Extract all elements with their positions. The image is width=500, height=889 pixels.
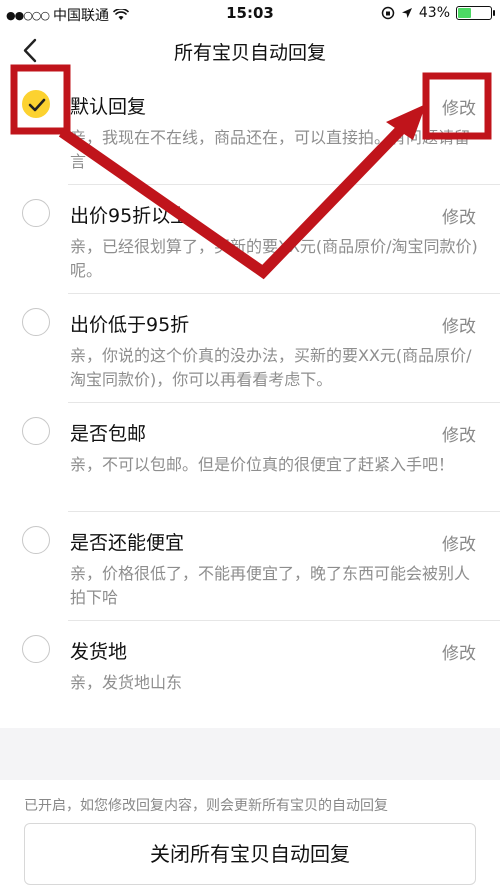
edit-link[interactable]: 修改 [442, 94, 476, 119]
edit-link[interactable]: 修改 [442, 203, 476, 228]
edit-link[interactable]: 修改 [442, 421, 476, 446]
orientation-lock-icon [381, 6, 395, 20]
edit-link[interactable]: 修改 [442, 312, 476, 337]
reply-radio[interactable] [22, 417, 50, 445]
battery-icon [456, 6, 495, 20]
checkmark-icon [28, 98, 46, 112]
reply-body: 亲，发货地山东 [70, 673, 183, 692]
reply-item: 是否还能便宜 修改 亲，价格很低了，不能再便宜了，晚了东西可能会被别人拍下哈 [0, 512, 500, 621]
reply-item: 出价95折以上 修改 亲，已经很划算了，买新的要XX元(商品原价/淘宝同款价)呢… [0, 185, 500, 294]
reply-radio[interactable] [22, 635, 50, 663]
reply-title: 是否包邮 [70, 423, 147, 445]
reply-body: 亲，你说的这个价真的没办法，买新的要XX元(商品原价/淘宝同款价)，你可以再看看… [70, 346, 472, 389]
reply-body: 亲，我现在不在线，商品还在，可以直接拍。有问题请留言 [70, 128, 471, 171]
reply-radio[interactable] [22, 526, 50, 554]
reply-radio[interactable] [22, 308, 50, 336]
reply-title: 是否还能便宜 [70, 532, 185, 554]
reply-title: 出价95折以上 [70, 205, 190, 227]
location-icon [401, 8, 412, 18]
page-title: 所有宝贝自动回复 [173, 42, 326, 64]
edit-link[interactable]: 修改 [442, 530, 476, 555]
status-right: 43% [381, 5, 495, 21]
reply-body: 亲，已经很划算了，买新的要XX元(商品原价/淘宝同款价)呢。 [70, 237, 478, 280]
reply-list: 默认回复 修改 亲，我现在不在线，商品还在，可以直接拍。有问题请留言 出价95折… [0, 76, 500, 730]
battery-percent: 43% [418, 5, 450, 21]
footer-note: 已开启，如您修改回复内容，则会更新所有宝贝的自动回复 [24, 798, 388, 814]
section-spacer [0, 728, 500, 780]
reply-item: 是否包邮 修改 亲，不可以包邮。但是价位真的很便宜了赶紧入手吧！ [0, 403, 500, 512]
reply-title: 默认回复 [70, 96, 147, 118]
reply-item: 发货地 修改 亲，发货地山东 [0, 621, 500, 730]
close-auto-reply-button[interactable]: 关闭所有宝贝自动回复 [24, 823, 476, 885]
reply-item: 出价低于95折 修改 亲，你说的这个价真的没办法，买新的要XX元(商品原价/淘宝… [0, 294, 500, 403]
reply-item: 默认回复 修改 亲，我现在不在线，商品还在，可以直接拍。有问题请留言 [0, 76, 500, 185]
reply-body: 亲，价格很低了，不能再便宜了，晚了东西可能会被别人拍下哈 [70, 564, 471, 607]
nav-bar: 所有宝贝自动回复 [0, 28, 500, 74]
battery-fill [458, 8, 471, 18]
reply-radio[interactable] [22, 90, 50, 118]
status-bar: ●●○○○ 中国联通 15:03 43% [0, 0, 500, 28]
reply-title: 出价低于95折 [70, 314, 190, 336]
reply-body: 亲，不可以包邮。但是价位真的很便宜了赶紧入手吧！ [70, 455, 455, 474]
reply-radio[interactable] [22, 199, 50, 227]
reply-title: 发货地 [70, 641, 128, 663]
edit-link[interactable]: 修改 [442, 639, 476, 664]
